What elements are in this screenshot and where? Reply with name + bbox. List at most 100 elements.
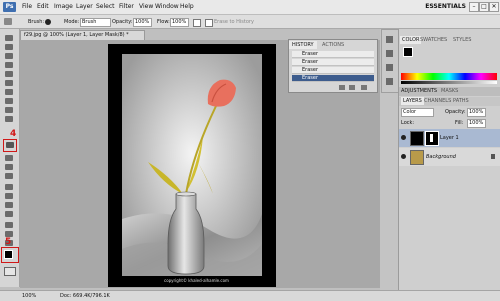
history-state-selected[interactable]: Eraser bbox=[292, 75, 374, 82]
history-state[interactable]: Eraser bbox=[292, 51, 374, 58]
actions-panel-icon[interactable] bbox=[386, 50, 393, 57]
brush-tool-icon[interactable] bbox=[5, 98, 13, 104]
zoom-level[interactable]: 100% bbox=[22, 293, 36, 299]
menu-edit[interactable]: Edit bbox=[37, 3, 49, 10]
adjustments-header: ADJUSTMENTS MASKS bbox=[399, 87, 500, 96]
color-foreground-swatch[interactable] bbox=[403, 47, 413, 57]
menu-help[interactable]: Help bbox=[180, 3, 194, 10]
brush-preview-icon[interactable] bbox=[45, 19, 51, 25]
color-spectrum-ramp[interactable] bbox=[401, 73, 497, 80]
flow-label: Flow: bbox=[157, 19, 170, 25]
airbrush-toggle-icon[interactable] bbox=[193, 19, 201, 27]
close-button[interactable]: ✕ bbox=[489, 2, 499, 12]
doc-size: Doc: 669.4K/796.1K bbox=[60, 293, 110, 299]
trash-icon[interactable] bbox=[361, 85, 367, 90]
flow-input[interactable]: 100% bbox=[170, 18, 189, 27]
dodge-tool-icon[interactable] bbox=[5, 173, 13, 179]
layer-name[interactable]: Layer 1 bbox=[440, 135, 459, 141]
erase-history-checkbox[interactable] bbox=[205, 19, 213, 27]
layer-opacity-label: Opacity: bbox=[445, 109, 466, 115]
lock-icon bbox=[491, 154, 495, 159]
navigator-panel-icon[interactable] bbox=[386, 64, 393, 71]
workspace-switcher[interactable]: ESSENTIALS bbox=[418, 2, 466, 11]
tab-adjustments[interactable]: ADJUSTMENTS bbox=[401, 87, 437, 95]
mode-label: Mode: bbox=[64, 19, 80, 25]
pen-tool-icon[interactable] bbox=[5, 184, 13, 190]
tab-layers[interactable]: LAYERS bbox=[401, 97, 424, 105]
type-tool-icon[interactable] bbox=[5, 193, 13, 199]
history-panel: HISTORY ACTIONS Eraser Eraser Eraser Era… bbox=[288, 39, 378, 93]
fill-input[interactable]: 100% bbox=[467, 119, 486, 128]
layer-mask-thumbnail[interactable] bbox=[425, 131, 439, 146]
eraser-tool-icon[interactable] bbox=[4, 18, 12, 25]
menu-filter[interactable]: Filter bbox=[119, 3, 134, 10]
color-swatch-highlight bbox=[1, 247, 19, 263]
3d-tool-icon[interactable] bbox=[5, 222, 13, 228]
options-bar: Brush: Mode: Brush Opacity: 100% Flow: 1… bbox=[0, 15, 500, 29]
blur-tool-icon[interactable] bbox=[5, 164, 13, 170]
maximize-button[interactable]: □ bbox=[479, 2, 489, 12]
menu-file[interactable]: File bbox=[22, 3, 32, 10]
eyedropper-tool-icon[interactable] bbox=[5, 80, 13, 86]
callout-number-4: 4 bbox=[10, 129, 17, 139]
blend-mode-select[interactable]: Color bbox=[401, 108, 434, 117]
gradient-tool-icon[interactable] bbox=[5, 155, 13, 161]
tab-color[interactable]: COLOR bbox=[400, 36, 422, 44]
layer-opacity-input[interactable]: 100% bbox=[467, 108, 486, 117]
quick-select-tool-icon[interactable] bbox=[5, 62, 13, 68]
marquee-tool-icon[interactable] bbox=[5, 44, 13, 50]
opacity-input[interactable]: 100% bbox=[133, 18, 152, 27]
background-thumbnail bbox=[410, 150, 424, 165]
quick-mask-icon[interactable] bbox=[4, 267, 16, 276]
tab-masks[interactable]: MASKS bbox=[441, 87, 458, 95]
layer-row-selected[interactable]: Layer 1 bbox=[399, 129, 500, 147]
panel-icon-strip bbox=[381, 29, 399, 93]
foreground-color-swatch[interactable] bbox=[4, 250, 13, 259]
healing-tool-icon[interactable] bbox=[5, 89, 13, 95]
layer-thumbnail bbox=[410, 131, 424, 146]
tab-channels[interactable]: CHANNELS bbox=[424, 97, 451, 105]
move-tool-icon[interactable] bbox=[5, 35, 13, 41]
tab-swatches[interactable]: SWATCHES bbox=[420, 36, 447, 44]
clone-tool-icon[interactable] bbox=[5, 107, 13, 113]
shape-tool-icon[interactable] bbox=[5, 211, 13, 217]
minimize-button[interactable]: – bbox=[469, 2, 479, 12]
menu-select[interactable]: Select bbox=[96, 3, 115, 10]
tab-history[interactable]: HISTORY bbox=[289, 41, 317, 49]
crop-tool-icon[interactable] bbox=[5, 71, 13, 77]
menu-image[interactable]: Image bbox=[54, 3, 73, 10]
mask-stroke bbox=[430, 134, 433, 142]
lock-label: Lock: bbox=[401, 120, 415, 126]
visibility-eye-icon[interactable] bbox=[401, 154, 406, 159]
new-snapshot-icon[interactable] bbox=[339, 85, 345, 90]
history-brush-tool-icon[interactable] bbox=[5, 116, 13, 122]
lasso-tool-icon[interactable] bbox=[5, 53, 13, 59]
tab-actions[interactable]: ACTIONS bbox=[319, 41, 347, 49]
grayscale-ramp[interactable] bbox=[401, 81, 497, 84]
layer-name[interactable]: Background bbox=[426, 154, 456, 160]
menu-view[interactable]: View bbox=[139, 3, 153, 10]
menu-window[interactable]: Window bbox=[155, 3, 179, 10]
mode-select[interactable]: Brush bbox=[80, 18, 111, 27]
document-tab[interactable]: f29.jpg @ 100% (Layer 1, Layer Mask/8) * bbox=[20, 30, 145, 40]
layer-row[interactable]: Background bbox=[399, 148, 500, 166]
app-logo: Ps bbox=[3, 2, 16, 12]
fill-label: Fill: bbox=[455, 120, 464, 126]
tab-paths[interactable]: PATHS bbox=[453, 97, 469, 105]
erase-history-label: Erase to History bbox=[214, 19, 254, 25]
eraser-tool-highlight bbox=[3, 139, 17, 152]
path-select-tool-icon[interactable] bbox=[5, 202, 13, 208]
history-panel-icon[interactable] bbox=[386, 36, 393, 43]
status-bar: 100% Doc: 669.4K/796.1K bbox=[0, 290, 500, 301]
tab-styles[interactable]: STYLES bbox=[453, 36, 471, 44]
history-state[interactable]: Eraser bbox=[292, 67, 374, 74]
new-document-icon[interactable] bbox=[349, 85, 355, 90]
visibility-eye-icon[interactable] bbox=[401, 135, 406, 140]
history-state[interactable]: Eraser bbox=[292, 59, 374, 66]
eraser-tool-icon[interactable] bbox=[6, 142, 14, 148]
brush-label: Brush: bbox=[28, 19, 45, 25]
brushes-panel-icon[interactable] bbox=[386, 78, 393, 85]
tulip-photo bbox=[122, 54, 262, 276]
document-image[interactable]: copyright© khaled-alhamle.com bbox=[108, 44, 276, 287]
menu-layer[interactable]: Layer bbox=[76, 3, 93, 10]
